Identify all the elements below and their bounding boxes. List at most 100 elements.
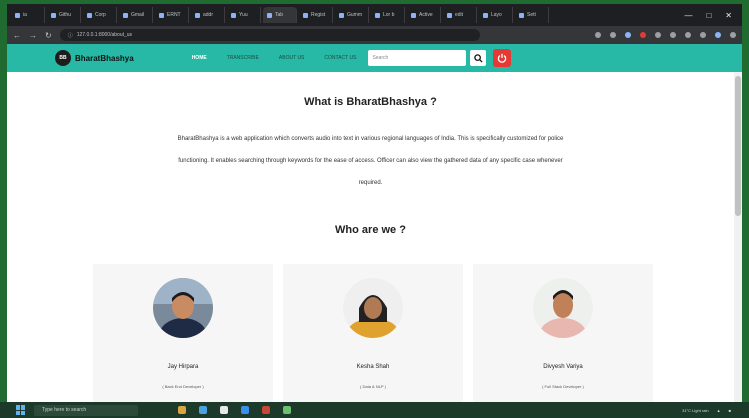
nav-link-transcribe[interactable]: TRANSCRIBE bbox=[227, 55, 259, 61]
browser-tab[interactable]: Yuu bbox=[227, 7, 261, 23]
browser-tab[interactable]: Sett bbox=[515, 7, 549, 23]
tab-favicon-icon bbox=[87, 12, 92, 18]
maximize-icon[interactable]: □ bbox=[706, 11, 711, 20]
app-icon[interactable] bbox=[283, 406, 291, 414]
browser-tab[interactable]: addr bbox=[191, 7, 225, 23]
team-card: Kesha Shah ( Data & NLP ) bbox=[283, 264, 463, 402]
chrome-icon[interactable] bbox=[220, 406, 228, 414]
back-icon[interactable]: ← bbox=[13, 31, 21, 40]
tab-label: Regist bbox=[311, 12, 326, 18]
file-explorer-icon[interactable] bbox=[178, 406, 186, 414]
logo-icon: BB bbox=[55, 50, 71, 66]
team-card: Jay Hirpara ( Back End Developer ) bbox=[93, 264, 273, 402]
tab-label: Gmail bbox=[131, 12, 145, 18]
browser-tab[interactable]: Layo bbox=[479, 7, 513, 23]
taskbar-apps bbox=[178, 406, 291, 414]
what-heading: What is BharatBhashya ? bbox=[304, 96, 437, 108]
member-role: ( Back End Developer ) bbox=[162, 384, 204, 389]
mail-icon[interactable] bbox=[199, 406, 207, 414]
member-name: Divyesh Variya bbox=[543, 364, 583, 370]
avatar bbox=[343, 278, 403, 338]
browser-tab[interactable]: ERNT bbox=[155, 7, 189, 23]
tab-favicon-icon bbox=[519, 12, 524, 18]
team-cards: Jay Hirpara ( Back End Developer ) Kesha… bbox=[93, 264, 653, 402]
reload-icon[interactable]: ↻ bbox=[45, 31, 52, 40]
site-navbar: BB BharatBhashya HOME TRANSCRIBE ABOUT U… bbox=[7, 44, 742, 72]
tab-label: ERNT bbox=[167, 12, 181, 18]
browser-tab[interactable]: Gmail bbox=[119, 7, 153, 23]
wifi-icon[interactable]: ▲ bbox=[717, 408, 721, 413]
menu-kebab-icon[interactable] bbox=[730, 32, 736, 38]
tab-label: Corp bbox=[95, 12, 106, 18]
search-button[interactable] bbox=[470, 50, 487, 66]
power-icon bbox=[498, 53, 507, 63]
brand-logo[interactable]: BB BharatBhashya bbox=[55, 50, 134, 66]
tab-label: addr bbox=[203, 12, 214, 18]
tab-favicon-icon bbox=[375, 12, 380, 18]
tab-strip: ia Githu Corp Gmail ERNT addr Yuu Tab Re… bbox=[7, 4, 742, 26]
browser-tab[interactable]: ia bbox=[11, 7, 45, 23]
extension-icon[interactable] bbox=[700, 32, 706, 38]
taskbar-search-input[interactable]: Type here to search bbox=[34, 404, 138, 416]
scrollbar-thumb[interactable] bbox=[735, 76, 741, 216]
member-name: Kesha Shah bbox=[356, 364, 390, 370]
browser-window: ia Githu Corp Gmail ERNT addr Yuu Tab Re… bbox=[7, 4, 742, 402]
profile-avatar-icon[interactable] bbox=[715, 32, 721, 38]
weather-text[interactable]: 31°C Light rain bbox=[682, 408, 709, 413]
tab-favicon-icon bbox=[51, 12, 56, 18]
extension-icon[interactable] bbox=[655, 32, 661, 38]
minimize-icon[interactable]: — bbox=[684, 11, 692, 20]
description-line: BharatBhashya is a web application which… bbox=[177, 136, 564, 142]
browser-tab[interactable]: Corp bbox=[83, 7, 117, 23]
description-line: functioning. It enables searching throug… bbox=[178, 158, 563, 164]
extension-icon[interactable] bbox=[640, 32, 646, 38]
browser-tab[interactable]: Gumm bbox=[335, 7, 369, 23]
avatar bbox=[153, 278, 213, 338]
page-scrollbar[interactable] bbox=[734, 72, 742, 402]
tab-favicon-icon bbox=[411, 12, 416, 18]
volume-icon[interactable]: ■ bbox=[729, 408, 731, 413]
tab-label: Githu bbox=[59, 12, 71, 18]
address-bar-row: ← → ↻ ⓘ 127.0.0.1:8000/about_us bbox=[7, 26, 742, 44]
tab-label: Active bbox=[419, 12, 433, 18]
member-role: ( Data & NLP ) bbox=[360, 384, 386, 389]
browser-tab[interactable]: Lor b bbox=[371, 7, 405, 23]
tab-favicon-icon bbox=[123, 12, 128, 18]
nav-link-about-us[interactable]: ABOUT US bbox=[279, 55, 304, 61]
about-page: What is BharatBhashya ? BharatBhashya is… bbox=[7, 72, 742, 402]
browser-tab-active[interactable]: Tab bbox=[263, 7, 297, 23]
browser-tab[interactable]: Githu bbox=[47, 7, 81, 23]
system-tray: 31°C Light rain ▲ ■ bbox=[682, 408, 749, 413]
extension-icon[interactable] bbox=[670, 32, 676, 38]
extension-icon[interactable] bbox=[685, 32, 691, 38]
windows-start-icon[interactable] bbox=[16, 405, 26, 415]
browser-tab[interactable]: Regist bbox=[299, 7, 333, 23]
tab-favicon-icon bbox=[267, 12, 272, 18]
tab-favicon-icon bbox=[339, 12, 344, 18]
logout-button[interactable] bbox=[493, 49, 512, 67]
url-field[interactable]: ⓘ 127.0.0.1:8000/about_us bbox=[59, 29, 480, 41]
extension-icon[interactable] bbox=[625, 32, 631, 38]
windows-taskbar: Type here to search 31°C Light rain ▲ ■ bbox=[0, 402, 749, 418]
tab-label: Lor b bbox=[383, 12, 395, 18]
nav-link-home[interactable]: HOME bbox=[192, 55, 207, 61]
close-icon[interactable]: ✕ bbox=[725, 11, 732, 20]
member-role: ( Full Stack Developer ) bbox=[542, 384, 584, 389]
desktop: ia Githu Corp Gmail ERNT addr Yuu Tab Re… bbox=[0, 0, 749, 418]
browser-tab[interactable]: edit bbox=[443, 7, 477, 23]
tab-favicon-icon bbox=[447, 12, 452, 18]
browser-tab[interactable]: Active bbox=[407, 7, 441, 23]
extension-icon[interactable] bbox=[610, 32, 616, 38]
tab-label: Tab bbox=[275, 12, 284, 18]
description: BharatBhashya is a web application which… bbox=[53, 128, 688, 194]
nav-link-contact-us[interactable]: CONTACT US bbox=[324, 55, 356, 61]
forward-icon[interactable]: → bbox=[29, 31, 37, 40]
extension-icon[interactable] bbox=[595, 32, 601, 38]
url-text: 127.0.0.1:8000/about_us bbox=[76, 32, 133, 38]
search-input[interactable]: Search bbox=[368, 50, 467, 66]
extensions-bar bbox=[595, 32, 736, 38]
window-controls: — □ ✕ bbox=[684, 11, 742, 20]
app-icon[interactable] bbox=[262, 406, 270, 414]
vscode-icon[interactable] bbox=[241, 406, 249, 414]
tab-label: Yuu bbox=[239, 12, 248, 18]
